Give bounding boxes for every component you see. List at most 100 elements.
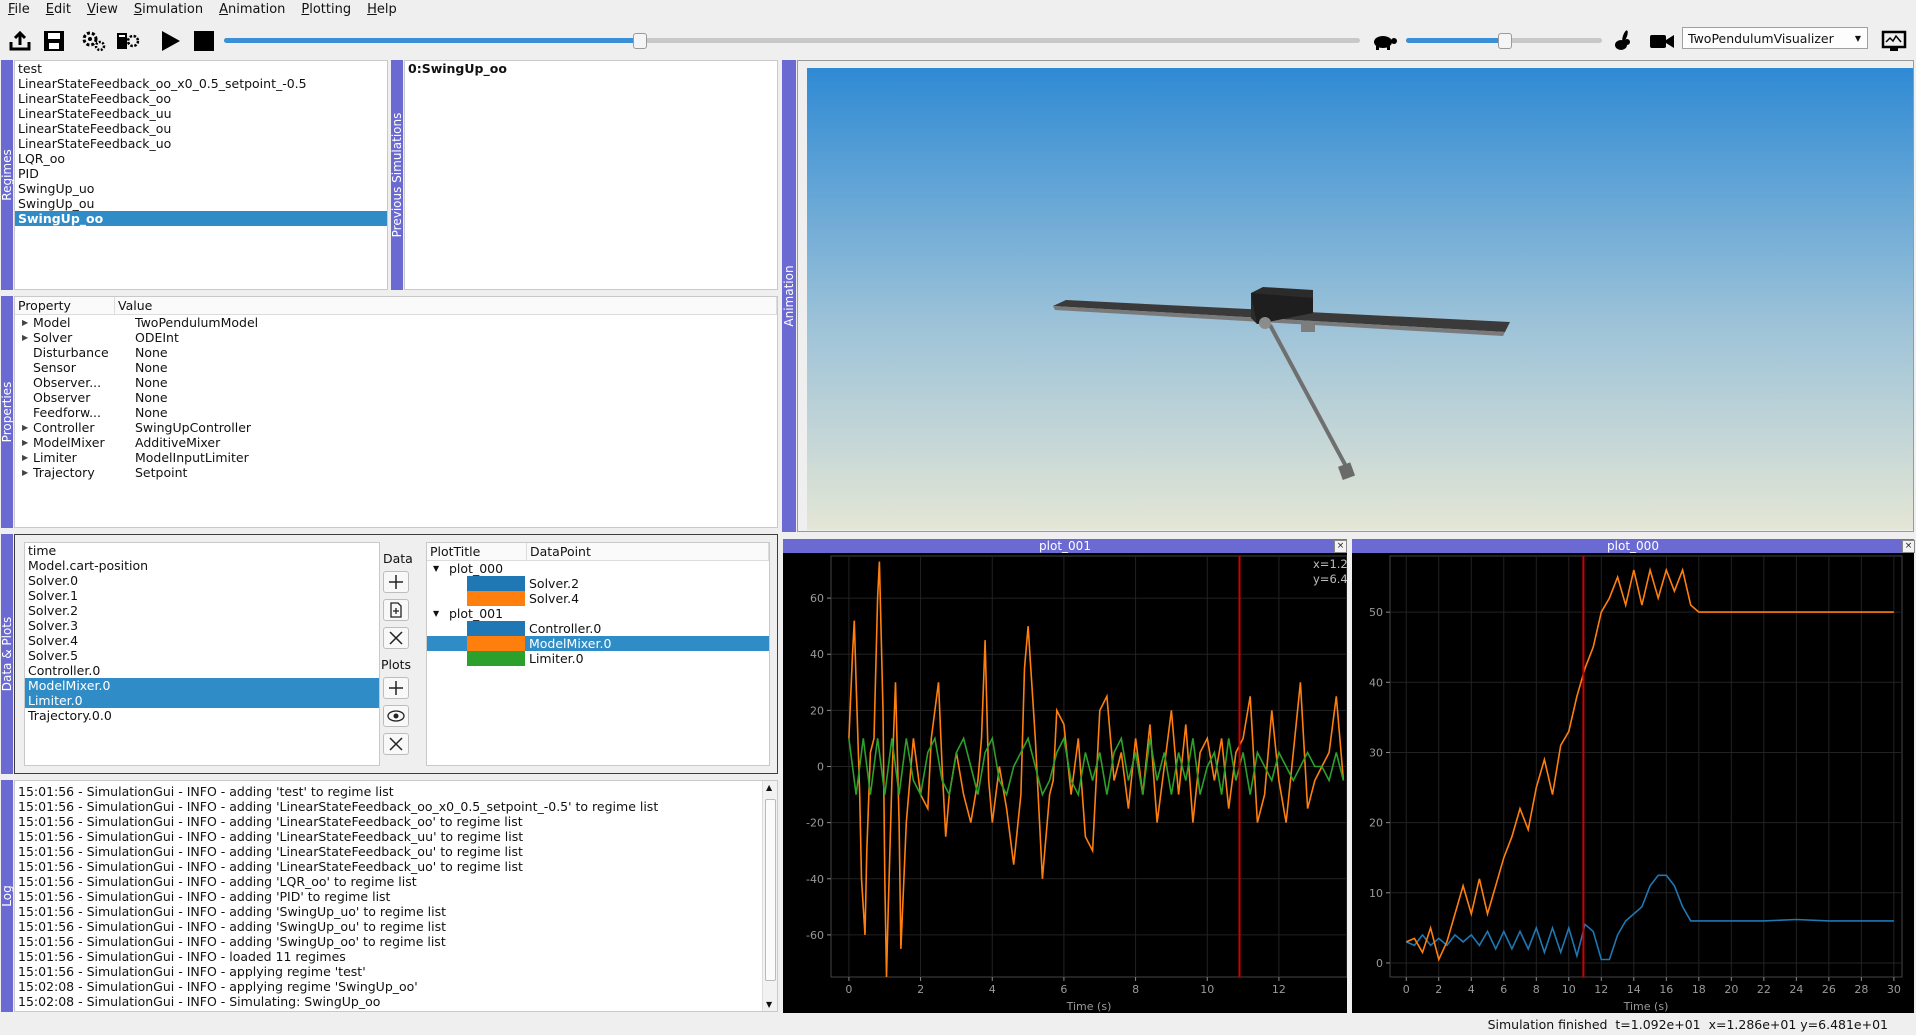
regime-item[interactable]: LinearStateFeedback_uo [15, 136, 387, 151]
column-header-plottitle[interactable]: PlotTitle [427, 543, 527, 560]
regime-item[interactable]: test [15, 61, 387, 76]
settings-icon[interactable] [80, 28, 108, 54]
menu-simulation[interactable]: Simulation [126, 0, 211, 20]
menu-animation[interactable]: Animation [211, 0, 293, 20]
data-point-item[interactable]: Solver.0 [25, 573, 379, 588]
regime-item[interactable]: SwingUp_oo [15, 211, 387, 226]
data-points-list[interactable]: time Model.cart-position Solver.0 Solver.1 S… [24, 542, 380, 766]
animation-dock-tab[interactable]: Animation [782, 60, 796, 532]
property-row[interactable]: ▶ Limiter ModelInputLimiter [15, 450, 777, 465]
plot-group-row[interactable]: ▼ plot_000 [427, 561, 769, 576]
speed-slider-handle[interactable] [1498, 33, 1512, 49]
rabbit-icon[interactable] [1608, 28, 1636, 54]
collapse-arrow-icon[interactable]: ▼ [433, 606, 439, 621]
data-point-item[interactable]: Solver.5 [25, 648, 379, 663]
scroll-thumb[interactable] [765, 799, 776, 981]
expand-arrow-icon[interactable]: ▶ [22, 435, 28, 450]
regime-item[interactable]: LinearStateFeedback_ou [15, 121, 387, 136]
visualizer-select[interactable]: TwoPendulumVisualizer ▼ [1682, 27, 1868, 49]
menu-plotting[interactable]: Plotting [293, 0, 359, 20]
log-view[interactable]: 15:01:56 - SimulationGui - INFO - adding… [14, 780, 778, 1012]
column-header-property[interactable]: Property [15, 297, 115, 314]
plot-001-close-button[interactable]: × [1334, 540, 1347, 553]
upload-icon[interactable] [6, 28, 34, 54]
plot-tree[interactable]: PlotTitle DataPoint ▼ plot_000 Solver.2 Sol… [426, 542, 770, 766]
remove-data-button[interactable] [383, 627, 409, 649]
regime-item[interactable]: LinearStateFeedback_oo_x0_0.5_setpoint_-… [15, 76, 387, 91]
property-row[interactable]: Sensor None [15, 360, 777, 375]
regime-item[interactable]: PID [15, 166, 387, 181]
property-row[interactable]: ▶ Solver ODEInt [15, 330, 777, 345]
data-point-item[interactable]: Controller.0 [25, 663, 379, 678]
turtle-icon[interactable] [1370, 28, 1398, 54]
time-slider-handle[interactable] [632, 33, 647, 49]
data-point-item[interactable]: Solver.3 [25, 618, 379, 633]
data-point-item[interactable]: Limiter.0 [25, 693, 379, 708]
plot-group-row[interactable]: ▼ plot_001 [427, 606, 769, 621]
previous-simulations-list[interactable]: 0:SwingUp_oo [404, 60, 778, 290]
regime-item[interactable]: LQR_oo [15, 151, 387, 166]
scroll-down-icon[interactable]: ▼ [766, 1000, 772, 1009]
simulation-time-slider[interactable] [224, 33, 1360, 49]
plot-datapoint-row[interactable]: ModelMixer.0 [427, 636, 769, 651]
add-plot-button[interactable] [383, 677, 409, 699]
expand-arrow-icon[interactable]: ▶ [22, 450, 28, 465]
property-row[interactable]: ▶ ModelMixer AdditiveMixer [15, 435, 777, 450]
batch-settings-icon[interactable] [114, 28, 142, 54]
remove-plot-button[interactable] [383, 733, 409, 755]
log-dock-tab[interactable]: Log [0, 780, 14, 1012]
properties-tree[interactable]: Property Value ▶ Model TwoPendulumModel ▶ So… [14, 296, 778, 528]
expand-arrow-icon[interactable]: ▶ [22, 465, 28, 480]
add-data-button[interactable] [383, 571, 409, 593]
collapse-arrow-icon[interactable]: ▼ [433, 561, 439, 576]
plot-000-titlebar[interactable]: plot_000 [1352, 539, 1914, 553]
column-header-datapoint[interactable]: DataPoint [527, 543, 769, 560]
regime-item[interactable]: SwingUp_ou [15, 196, 387, 211]
regime-item[interactable]: SwingUp_uo [15, 181, 387, 196]
expand-arrow-icon[interactable]: ▶ [22, 315, 28, 330]
property-row[interactable]: Observer... None [15, 375, 777, 390]
regime-item[interactable]: LinearStateFeedback_oo [15, 91, 387, 106]
data-point-item[interactable]: Solver.4 [25, 633, 379, 648]
new-plot-button[interactable] [383, 599, 409, 621]
data-point-item[interactable]: Model.cart-position [25, 558, 379, 573]
plot-datapoint-row[interactable]: Solver.4 [427, 591, 769, 606]
data-point-item[interactable]: time [25, 543, 379, 558]
plot-000-chart[interactable]: 0 2 4 6 8 10 12 14 16 18 20 22 24 26 28 3001020304050Ti… [1352, 553, 1914, 1013]
property-row[interactable]: Observer None [15, 390, 777, 405]
log-scrollbar[interactable]: ▲ ▼ [762, 781, 777, 1011]
data-point-item[interactable]: Solver.1 [25, 588, 379, 603]
property-row[interactable]: Feedforw... None [15, 405, 777, 420]
data-point-item[interactable]: ModelMixer.0 [25, 678, 379, 693]
plot-datapoint-row[interactable]: Solver.2 [427, 576, 769, 591]
save-icon[interactable] [40, 28, 68, 54]
plot-001-titlebar[interactable]: plot_001 [783, 539, 1347, 553]
column-header-value[interactable]: Value [115, 297, 777, 314]
plot-001-chart[interactable]: 0 2 4 6 8 10 12 -60 -40 -20 0 20 40 60 Time (s) x=1.2y=… [783, 553, 1347, 1013]
speed-slider[interactable] [1406, 33, 1602, 49]
plot-datapoint-row[interactable]: Controller.0 [427, 621, 769, 636]
animation-viewport[interactable] [807, 68, 1914, 530]
stop-icon[interactable] [190, 28, 218, 54]
data-plots-dock-tab[interactable]: Data & Plots [0, 534, 14, 774]
show-plot-button[interactable] [383, 705, 409, 727]
play-icon[interactable] [156, 28, 184, 54]
expand-arrow-icon[interactable]: ▶ [22, 330, 28, 345]
list-item[interactable]: 0:SwingUp_oo [405, 61, 777, 76]
regimes-dock-tab[interactable]: Regimes [0, 60, 14, 290]
data-point-item[interactable]: Trajectory.0.0 [25, 708, 379, 723]
menu-view[interactable]: View [79, 0, 126, 20]
regimes-list[interactable]: test LinearStateFeedback_oo_x0_0.5_setpoi… [14, 60, 388, 290]
scroll-up-icon[interactable]: ▲ [766, 783, 772, 792]
data-point-item[interactable]: Solver.2 [25, 603, 379, 618]
property-row[interactable]: Disturbance None [15, 345, 777, 360]
regime-item[interactable]: LinearStateFeedback_uu [15, 106, 387, 121]
property-row[interactable]: ▶ Trajectory Setpoint [15, 465, 777, 480]
plot-datapoint-row[interactable]: Limiter.0 [427, 651, 769, 666]
plot-000-close-button[interactable]: × [1902, 540, 1915, 553]
monitor-icon[interactable] [1880, 28, 1908, 54]
properties-dock-tab[interactable]: Properties [0, 296, 14, 528]
property-row[interactable]: ▶ Model TwoPendulumModel [15, 315, 777, 330]
expand-arrow-icon[interactable]: ▶ [22, 420, 28, 435]
previous-simulations-dock-tab[interactable]: Previous Simulations [390, 60, 404, 290]
